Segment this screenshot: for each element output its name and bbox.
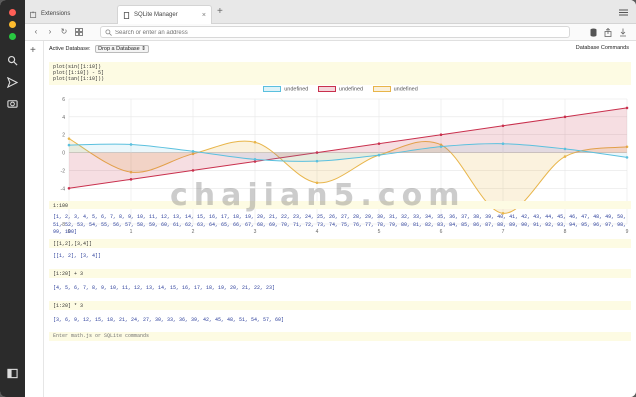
database-commands-link[interactable]: Database Commands <box>576 45 629 51</box>
command-text: [1:20] * 3 <box>53 303 84 309</box>
command-block[interactable]: [1:20] * 3 <box>49 301 631 310</box>
active-database-label: Active Database: <box>49 46 91 52</box>
command-block[interactable]: [1:20] + 3 <box>49 269 631 278</box>
y-tick-label: 0 <box>62 151 65 157</box>
data-point <box>625 156 629 159</box>
address-bar[interactable] <box>100 26 570 38</box>
add-panel-icon[interactable]: + <box>30 45 36 56</box>
data-point <box>563 115 567 119</box>
watermark: chajian5.com <box>170 178 466 213</box>
data-point <box>439 145 443 148</box>
grid-icon[interactable] <box>75 28 83 36</box>
reload-icon[interactable]: ↻ <box>59 27 69 37</box>
data-point <box>563 147 567 151</box>
data-point <box>191 169 195 172</box>
command-input[interactable] <box>53 333 627 339</box>
data-point <box>191 150 195 153</box>
database-icon[interactable] <box>590 28 597 37</box>
search-icon[interactable] <box>7 55 18 66</box>
result-text: [[1, 2], [3, 4]] <box>53 253 102 259</box>
command-text: 1:100 <box>53 203 69 209</box>
navigation-toolbar: ‹ › ↻ <box>25 24 636 41</box>
data-point <box>315 159 319 163</box>
data-point <box>501 124 505 128</box>
command-line: plot(tan([1:10])) <box>53 76 105 82</box>
data-point <box>129 143 133 146</box>
new-tab-button[interactable]: + <box>217 6 223 17</box>
plot-command-block[interactable]: plot(sin([1:10]) plot([1:10]) - 5] plot(… <box>49 62 631 85</box>
result-text: [1, 2, 3, 4, 5, 6, 7, 8, 9, 10, 11, 12, … <box>53 214 627 235</box>
command-text: [[1,2],[3,4]] <box>53 241 93 247</box>
data-point <box>439 133 443 137</box>
database-select[interactable]: Drop a Database ⇕ <box>95 45 149 53</box>
data-point <box>625 106 629 110</box>
tab-sqlite-manager[interactable]: SQLite Manager × <box>117 5 212 24</box>
data-point <box>67 186 71 190</box>
active-database-row: Active Database: Drop a Database ⇕ <box>49 45 149 53</box>
document-icon <box>123 12 130 19</box>
tab-label: Extensions <box>41 11 71 17</box>
sqlite-manager-page: Active Database: Drop a Database ⇕ Datab… <box>45 41 636 397</box>
minimize-window-button[interactable] <box>9 21 16 28</box>
search-icon <box>105 29 112 36</box>
back-icon[interactable]: ‹ <box>31 27 41 37</box>
y-tick-label: -2 <box>61 168 66 174</box>
y-tick-label: 4 <box>62 115 65 121</box>
tab-label: SQLite Manager <box>134 12 178 18</box>
app-window: Extensions SQLite Manager × + ‹ › ↻ + Ac… <box>0 0 636 397</box>
browser-sidebar <box>0 0 25 397</box>
camera-icon[interactable] <box>7 98 18 109</box>
command-input-block[interactable] <box>49 332 631 341</box>
tab-bar: Extensions SQLite Manager × + <box>25 0 636 24</box>
data-point <box>501 142 505 146</box>
share-icon[interactable] <box>604 28 612 37</box>
data-point <box>67 143 71 147</box>
data-point <box>253 158 257 161</box>
data-point <box>377 142 381 145</box>
data-point <box>67 137 71 140</box>
address-input[interactable] <box>115 28 555 37</box>
command-block[interactable]: [[1,2],[3,4]] <box>49 239 631 248</box>
close-tab-icon[interactable]: × <box>202 6 206 25</box>
send-icon[interactable] <box>7 77 18 88</box>
data-point <box>377 153 381 157</box>
forward-icon[interactable]: › <box>45 27 55 37</box>
puzzle-icon <box>30 11 37 18</box>
data-point <box>129 178 133 181</box>
result-text: [4, 5, 6, 7, 8, 9, 10, 11, 12, 13, 14, 1… <box>53 285 276 291</box>
y-tick-label: 2 <box>62 133 65 139</box>
data-point <box>253 140 257 144</box>
y-tick-label: 6 <box>62 97 65 103</box>
y-tick-label: -4 <box>61 186 66 192</box>
side-panel: + <box>25 41 44 397</box>
command-text: [1:20] + 3 <box>53 271 84 277</box>
data-point <box>563 155 567 158</box>
tab-menu-icon[interactable] <box>619 9 628 16</box>
toggle-sidebar-icon[interactable] <box>7 368 18 379</box>
download-icon[interactable] <box>619 28 627 37</box>
maximize-window-button[interactable] <box>9 33 16 40</box>
result-text: [3, 6, 9, 12, 15, 18, 21, 24, 27, 30, 33… <box>53 317 285 323</box>
tab-extensions[interactable]: Extensions <box>25 5 117 24</box>
close-window-button[interactable] <box>9 9 16 16</box>
